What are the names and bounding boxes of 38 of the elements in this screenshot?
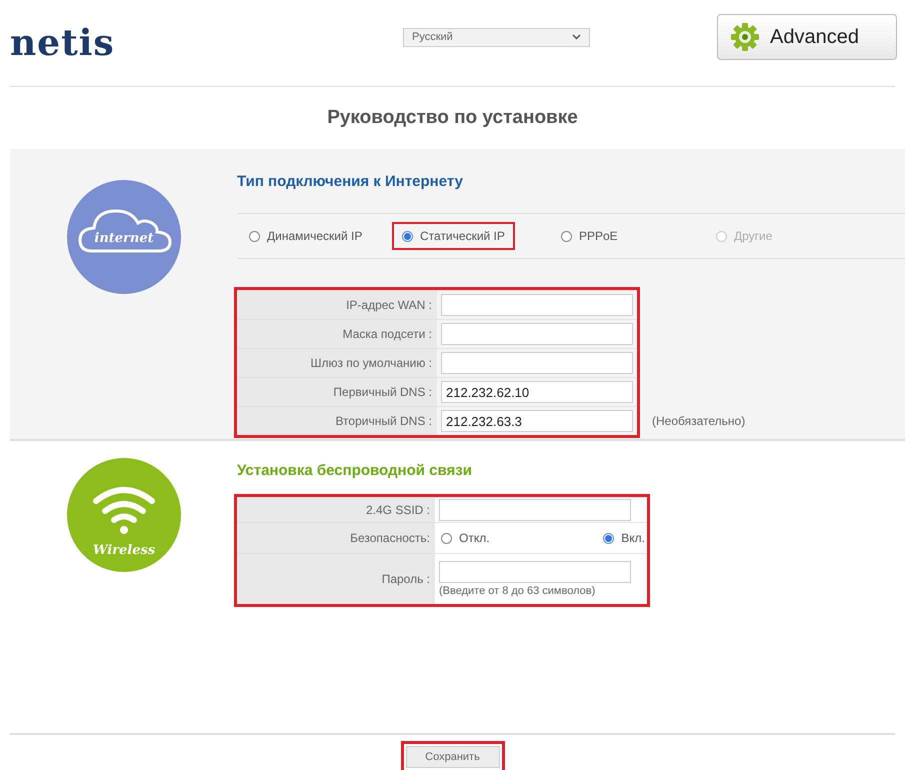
radio-button[interactable] <box>561 230 572 242</box>
radio-label[interactable]: Динамический IP <box>267 229 362 243</box>
radio-button[interactable] <box>249 230 260 242</box>
radio-label[interactable]: Откл. <box>459 531 490 545</box>
field-label: IP-адрес WAN : <box>346 298 432 312</box>
field-label: Первичный DNS : <box>333 385 432 399</box>
input-field[interactable] <box>441 294 633 316</box>
input-field[interactable] <box>439 561 631 583</box>
radio-button[interactable] <box>441 532 452 544</box>
input-field[interactable]: 212.232.63.3 <box>441 410 633 432</box>
field-label: Безопасность: <box>350 531 430 545</box>
radio-label[interactable]: PPPoE <box>579 229 618 243</box>
wifi-badge-icon: Wireless <box>66 457 182 573</box>
page-title: Руководство по установке <box>326 106 579 130</box>
advanced-button[interactable]: Advanced <box>717 14 897 60</box>
field-label: Пароль : <box>382 572 430 586</box>
input-field[interactable] <box>439 499 631 521</box>
save-button[interactable]: Сохранить <box>406 746 500 768</box>
field-label: 2.4G SSID : <box>366 503 430 517</box>
caret-icon <box>572 34 581 40</box>
input-field[interactable] <box>441 352 633 374</box>
gear-icon <box>730 22 760 52</box>
radio-label[interactable]: Вкл. <box>621 531 645 545</box>
section-heading: Тип подключения к Интернету <box>237 172 464 192</box>
language-select[interactable]: Русский <box>403 28 590 46</box>
logo: netis <box>10 22 116 64</box>
field-hint: (Введите от 8 до 63 символов) <box>439 585 596 597</box>
input-field[interactable]: 212.232.62.10 <box>441 381 633 403</box>
cloud-badge-icon: internet <box>66 179 182 295</box>
radio-button[interactable] <box>603 532 614 544</box>
radio-label[interactable]: Статический IP <box>420 229 505 243</box>
field-label: Шлюз по умолчанию : <box>310 356 432 370</box>
optional-note: (Необязательно) <box>652 414 746 428</box>
input-field[interactable] <box>441 323 633 345</box>
radio-button[interactable] <box>402 230 413 242</box>
field-label: Вторичный DNS : <box>335 414 432 428</box>
section-heading: Установка беспроводной связи <box>237 461 473 481</box>
field-label: Маска подсети : <box>342 327 432 341</box>
